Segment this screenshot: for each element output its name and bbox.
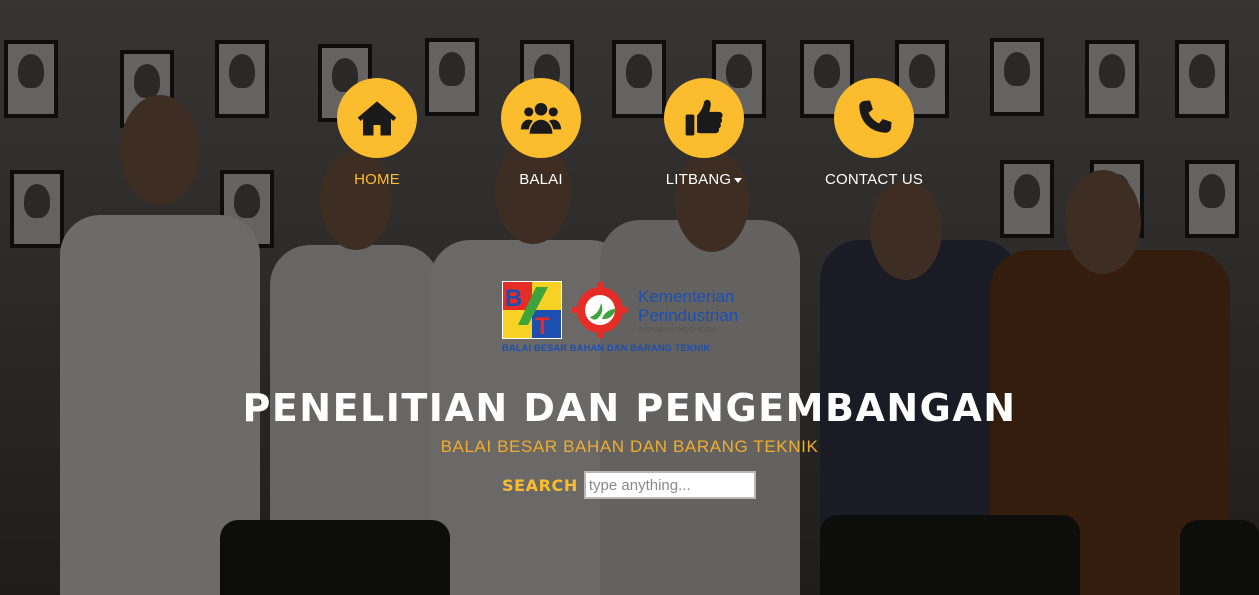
nav-item-balai[interactable]: BALAI: [466, 78, 616, 188]
nav-label-balai[interactable]: BALAI: [466, 171, 616, 188]
page-title: PENELITIAN DAN PENGEMBANGAN: [242, 386, 1017, 430]
page-subtitle: BALAI BESAR BAHAN DAN BARANG TEKNIK: [440, 437, 819, 456]
home-button[interactable]: [337, 78, 417, 158]
main-nav: HOME BALAI LITBANG CONTACT US: [0, 78, 1259, 198]
search-bar: SEARCH: [502, 470, 756, 500]
nav-label-litbang[interactable]: LITBANG: [629, 171, 779, 188]
svg-text:Kementerian: Kementerian: [638, 287, 734, 306]
svg-text:REPUBLIK INDONESIA: REPUBLIK INDONESIA: [639, 325, 716, 334]
b4t-logo: B T: [502, 281, 562, 339]
search-label: SEARCH: [502, 475, 578, 495]
nav-label-home[interactable]: HOME: [302, 171, 452, 188]
users-icon: [520, 102, 562, 134]
nav-item-contact-us[interactable]: CONTACT US: [799, 78, 949, 188]
logo-caption: BALAI BESAR BAHAN DAN BARANG TEKNIK: [502, 342, 711, 353]
thumbs-up-icon: [685, 99, 723, 136]
nav-item-home[interactable]: HOME: [302, 78, 452, 188]
svg-text:B: B: [505, 285, 522, 312]
balai-button[interactable]: [501, 78, 581, 158]
kemenperin-logo: Kementerian Perindustrian REPUBLIK INDON…: [572, 282, 738, 338]
search-input[interactable]: [583, 471, 756, 499]
litbang-label-text: LITBANG: [665, 171, 732, 188]
nav-item-litbang[interactable]: LITBANG: [629, 78, 779, 188]
contact-us-button[interactable]: [834, 78, 914, 158]
litbang-button[interactable]: [664, 78, 744, 158]
institution-logos: B T Kementerian Perindustrian REPUBLIK I…: [502, 281, 752, 357]
svg-text:T: T: [535, 313, 550, 339]
nav-label-contact-us[interactable]: CONTACT US: [799, 171, 949, 188]
caret-down-icon: [734, 177, 743, 183]
phone-icon: [859, 100, 892, 133]
svg-text:Perindustrian: Perindustrian: [638, 306, 738, 325]
home-icon: [357, 101, 397, 136]
